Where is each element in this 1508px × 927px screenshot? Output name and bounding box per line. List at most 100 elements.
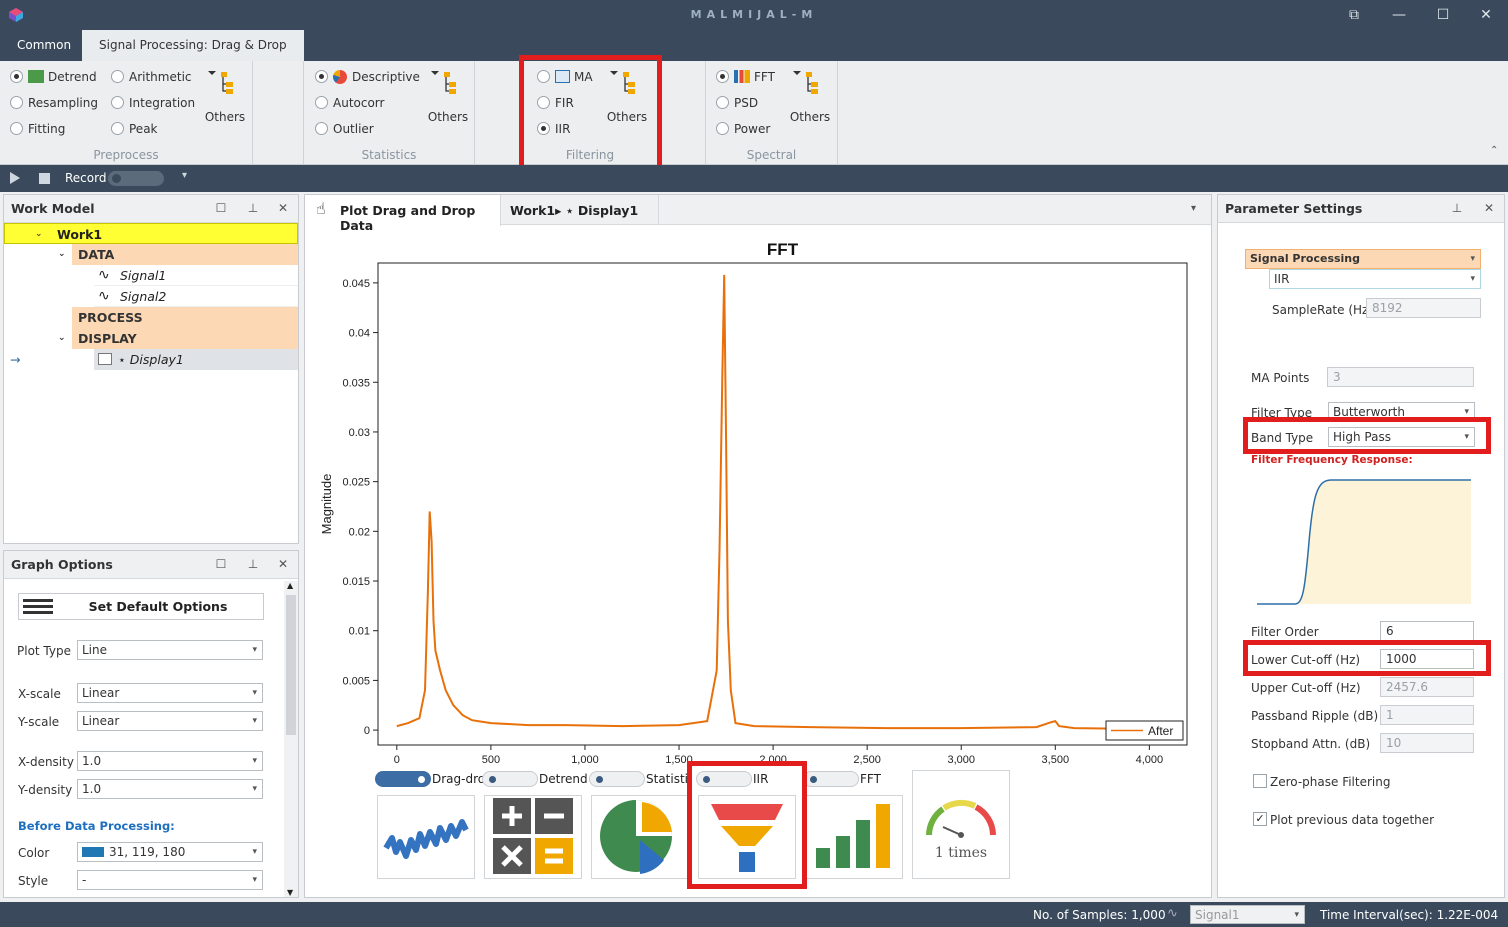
plot-previous-checkbox[interactable]: ✓ (1253, 812, 1267, 826)
collapse-ribbon-icon[interactable]: ⌃ (1490, 145, 1498, 156)
set-default-options-button[interactable]: Set Default Options (18, 593, 264, 620)
y-tick-label: 0.04 (349, 328, 370, 340)
y-tick-label: 0.005 (342, 675, 370, 687)
lower-cutoff-field[interactable]: 1000 (1380, 649, 1474, 669)
restore-layout-icon[interactable]: ⧉ (1340, 6, 1368, 24)
passband-ripple-field[interactable]: 1 (1380, 705, 1474, 725)
y-density-select[interactable]: 1.0 (77, 779, 263, 799)
others-statistics-button[interactable]: Others (426, 69, 470, 129)
filter-order-field[interactable]: 6 (1380, 621, 1474, 641)
close-icon[interactable]: ✕ (1482, 201, 1496, 215)
radio-power[interactable]: Power (716, 119, 770, 139)
tree-node-signal1[interactable]: ∿ Signal1 (94, 265, 298, 286)
band-type-select[interactable]: High Pass (1328, 427, 1475, 447)
flow-card-fft[interactable] (805, 795, 903, 879)
radio-psd[interactable]: PSD (716, 93, 758, 113)
tab-signal-processing[interactable]: Signal Processing: Drag & Drop (82, 30, 304, 61)
tree-node-display[interactable]: ⌄ DISPLAY (58, 328, 298, 349)
scrollbar[interactable]: ▲ ▼ (284, 581, 298, 897)
tree-node-signal2[interactable]: ∿ Signal2 (94, 286, 298, 307)
chevron-down-icon[interactable]: ⌄ (35, 224, 43, 245)
sample-rate-field[interactable]: 8192 (1366, 298, 1481, 318)
chevron-down-icon[interactable]: ▾ (182, 170, 187, 181)
radio-integration[interactable]: Integration (111, 93, 195, 113)
tree-node-data[interactable]: ⌄ DATA (58, 244, 298, 265)
maximize-button[interactable]: ☐ (1429, 6, 1457, 24)
wave-icon: ∿ (98, 267, 110, 283)
radio-autocorr[interactable]: Autocorr (315, 93, 384, 113)
tab-plot-drag-drop[interactable]: ☝ Plot Drag and Drop Data (305, 195, 501, 233)
funnel-filter-icon (711, 804, 783, 872)
toggle-fft[interactable] (803, 771, 859, 787)
stop-icon[interactable] (39, 173, 50, 184)
plot-type-select[interactable]: Line (77, 640, 263, 660)
radio-outlier[interactable]: Outlier (315, 119, 374, 139)
radio-ma[interactable]: MA (537, 67, 593, 87)
radio-detrend[interactable]: Detrend (10, 67, 97, 87)
flow-card-iir[interactable] (698, 795, 796, 879)
window-icon[interactable]: ☐ (214, 557, 228, 571)
close-button[interactable]: ✕ (1472, 6, 1500, 24)
radio-fft[interactable]: FFT (716, 67, 775, 87)
flow-card-statistics[interactable] (591, 795, 689, 879)
chevron-down-icon[interactable]: ⌄ (58, 244, 66, 265)
tree-node-display1[interactable]: → ⋆ Display1 (10, 349, 298, 370)
x-scale-select[interactable]: Linear (77, 683, 263, 703)
ma-points-field[interactable]: 3 (1327, 367, 1474, 387)
radio-fitting[interactable]: Fitting (10, 119, 65, 139)
close-icon[interactable]: ✕ (276, 201, 290, 215)
x-density-select[interactable]: 1.0 (77, 751, 263, 771)
bar-chart-icon (816, 804, 890, 868)
flow-label-drag-drop: Drag-dro (432, 772, 486, 786)
chevron-down-icon[interactable]: ▾ (1191, 203, 1196, 214)
parameter-settings-panel: Parameter Settings ⊥ ✕ Signal Processing… (1217, 194, 1505, 898)
counter-label: 1 times (934, 845, 988, 861)
radio-fir[interactable]: FIR (537, 93, 574, 113)
bar-chart-icon (734, 70, 750, 83)
toggle-statistic[interactable] (589, 771, 645, 787)
record-toolbar: Record ▾ (0, 165, 1508, 192)
flow-card-detrend[interactable] (484, 795, 582, 879)
category-select[interactable]: Signal Processing (1245, 249, 1481, 269)
others-spectral-button[interactable]: Others (788, 69, 832, 129)
radio-peak[interactable]: Peak (111, 119, 158, 139)
toggle-drag-drop[interactable] (375, 771, 431, 787)
style-select[interactable]: - (77, 870, 263, 890)
signal-wave-icon (383, 819, 469, 859)
minimize-button[interactable]: — (1385, 6, 1413, 24)
plot-area (377, 262, 1188, 746)
window-icon[interactable]: ☐ (214, 201, 228, 215)
y-scale-select[interactable]: Linear (77, 711, 263, 731)
title-bar: MALMIJAL-M ⧉ — ☐ ✕ (0, 0, 1508, 30)
pin-icon[interactable]: ⊥ (246, 557, 260, 571)
flow-card-counter[interactable]: 1 times (912, 770, 1010, 879)
pin-icon[interactable]: ⊥ (1450, 201, 1464, 215)
tab-common[interactable]: Common (0, 30, 88, 61)
play-icon[interactable] (10, 172, 20, 184)
filter-response-plot (1251, 472, 1476, 610)
radio-arithmetic[interactable]: Arithmetic (111, 67, 192, 87)
tree-node-root[interactable]: ⌄ Work1 (4, 223, 298, 244)
filter-type-select[interactable]: Butterworth (1328, 402, 1475, 422)
radio-resampling[interactable]: Resampling (10, 93, 98, 113)
radio-iir[interactable]: IIR (537, 119, 570, 139)
radio-descriptive[interactable]: Descriptive (315, 67, 420, 87)
method-select[interactable]: IIR (1269, 269, 1481, 289)
toggle-iir[interactable] (696, 771, 752, 787)
stopband-attn-field[interactable]: 10 (1380, 733, 1474, 753)
record-toggle[interactable] (108, 171, 164, 186)
signal-select[interactable]: Signal1 (1190, 905, 1305, 924)
upper-cutoff-field[interactable]: 2457.6 (1380, 677, 1474, 697)
toggle-detrend[interactable] (482, 771, 538, 787)
tab-display1[interactable]: Work1▸ ⋆ Display1 (501, 195, 659, 225)
close-icon[interactable]: ✕ (276, 557, 290, 571)
gauge-icon (926, 799, 996, 838)
flow-card-input[interactable] (377, 795, 475, 879)
color-select[interactable]: 31, 119, 180 (77, 842, 263, 862)
tree-node-process[interactable]: PROCESS (72, 307, 298, 328)
others-preprocess-button[interactable]: Others (203, 69, 247, 129)
pin-icon[interactable]: ⊥ (246, 201, 260, 215)
others-filtering-button[interactable]: Others (605, 69, 649, 129)
zero-phase-checkbox[interactable] (1253, 774, 1267, 788)
chevron-down-icon[interactable]: ⌄ (58, 328, 66, 349)
